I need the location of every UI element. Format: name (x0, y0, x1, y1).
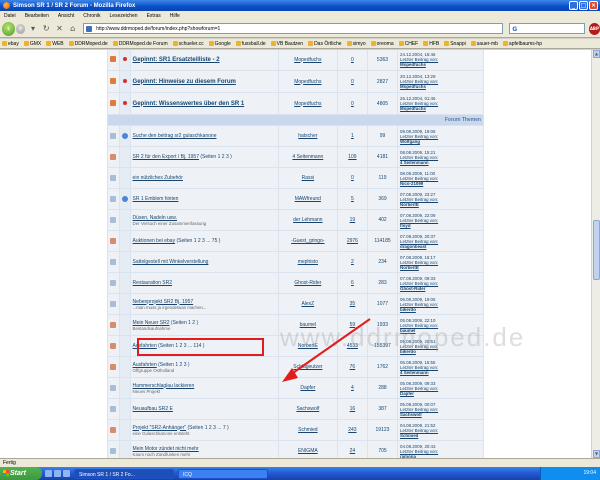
quicklaunch-icon[interactable] (63, 470, 70, 477)
quicklaunch-icon[interactable] (54, 470, 61, 477)
scroll-thumb[interactable] (593, 220, 600, 280)
vertical-scrollbar[interactable]: ▲ ▼ (591, 50, 600, 458)
clock: 19:04 (583, 470, 596, 476)
status-bar: Fertig (0, 458, 600, 467)
quick-launch (45, 470, 70, 477)
taskbar: Start Simson SR 1 / SR 2 Fo... ICQ 19:04 (0, 467, 600, 480)
arrow-line (289, 318, 371, 376)
taskbar-item-icq[interactable]: ICQ (178, 468, 268, 479)
status-text: Fertig (3, 460, 16, 466)
quicklaunch-icon[interactable] (45, 470, 52, 477)
start-button[interactable]: Start (0, 467, 42, 480)
system-tray: 19:04 (540, 467, 600, 480)
scroll-up-icon[interactable]: ▲ (593, 50, 600, 58)
taskbar-item-firefox[interactable]: Simson SR 1 / SR 2 Fo... (74, 468, 174, 479)
annotation-arrow (282, 318, 371, 382)
scroll-down-icon[interactable]: ▼ (593, 450, 600, 458)
